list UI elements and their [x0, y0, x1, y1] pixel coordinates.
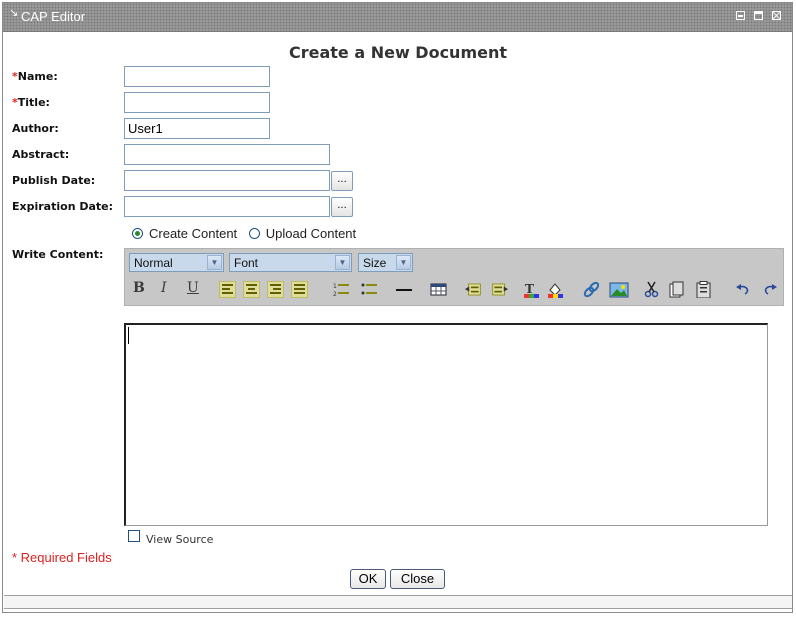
font-select[interactable]: Font ▼	[229, 253, 352, 272]
cut-icon[interactable]	[643, 281, 660, 298]
chevron-down-icon[interactable]: ▼	[396, 255, 411, 270]
indent-icon[interactable]	[491, 281, 508, 298]
status-bar	[4, 595, 792, 609]
close-button[interactable]: Close	[390, 569, 445, 589]
horizontal-rule-icon[interactable]	[395, 281, 412, 298]
view-source-checkbox[interactable]	[128, 530, 140, 542]
size-select[interactable]: Size ▼	[358, 253, 413, 272]
upload-content-radio[interactable]	[248, 228, 260, 239]
close-window-icon[interactable]	[772, 11, 781, 20]
ordered-list-icon[interactable]: 12	[333, 281, 350, 298]
required-fields-note: * Required Fields	[12, 550, 112, 565]
title-label: *Title:	[12, 96, 50, 109]
chevron-down-icon[interactable]: ▼	[335, 255, 350, 270]
publish-date-field[interactable]	[124, 170, 330, 191]
abstract-field[interactable]	[124, 144, 330, 165]
author-label: Author:	[12, 122, 59, 135]
create-content-radio[interactable]	[132, 228, 143, 239]
chevron-down-icon[interactable]: ▼	[207, 255, 222, 270]
text-caret	[128, 327, 129, 344]
copy-icon[interactable]	[668, 281, 685, 298]
italic-icon[interactable]: I	[161, 280, 167, 296]
svg-text:2: 2	[333, 291, 337, 298]
page-title: Create a New Document	[288, 43, 508, 62]
expiration-date-field[interactable]	[124, 196, 330, 217]
create-content-label[interactable]: Create Content	[149, 226, 237, 241]
write-content-label: Write Content:	[12, 248, 104, 261]
format-select[interactable]: Normal ▼	[129, 253, 224, 272]
image-icon[interactable]	[609, 281, 629, 298]
name-label: *Name:	[12, 70, 58, 83]
align-left-icon[interactable]	[219, 281, 236, 298]
background-color-icon[interactable]	[547, 281, 564, 298]
expiration-date-picker-button[interactable]: ...	[331, 197, 353, 217]
text-color-icon[interactable]: T	[523, 281, 540, 298]
bold-icon[interactable]: B	[133, 280, 145, 296]
underline-icon[interactable]: U	[187, 280, 199, 296]
title-field[interactable]	[124, 92, 270, 113]
redo-icon[interactable]	[761, 281, 778, 298]
link-icon[interactable]	[583, 281, 600, 298]
window-title: CAP Editor	[21, 9, 86, 24]
justify-icon[interactable]	[291, 281, 308, 298]
align-right-icon[interactable]	[267, 281, 284, 298]
window-menu-icon[interactable]: ↘	[9, 7, 18, 19]
upload-content-label[interactable]: Upload Content	[266, 226, 356, 241]
content-mode-group: Create Content Upload Content	[132, 226, 364, 241]
expiration-date-label: Expiration Date:	[12, 200, 114, 213]
author-field[interactable]	[124, 118, 270, 139]
svg-text:T: T	[525, 282, 534, 296]
editor-toolbar: Normal ▼ Font ▼ Size ▼ B I U 12 T	[124, 248, 784, 306]
undo-icon[interactable]	[735, 281, 752, 298]
content-editor[interactable]	[124, 323, 768, 526]
minimize-icon[interactable]	[736, 11, 745, 20]
view-source-label[interactable]: View Source	[146, 533, 213, 546]
name-field[interactable]	[124, 66, 270, 87]
publish-date-picker-button[interactable]: ...	[331, 171, 353, 191]
unordered-list-icon[interactable]	[361, 281, 378, 298]
maximize-icon[interactable]	[754, 11, 763, 20]
abstract-label: Abstract:	[12, 148, 70, 161]
title-bar[interactable]: ↘ CAP Editor	[3, 3, 792, 32]
view-source-toggle[interactable]: View Source	[128, 530, 213, 546]
publish-date-label: Publish Date:	[12, 174, 96, 187]
outdent-icon[interactable]	[465, 281, 482, 298]
ok-button[interactable]: OK	[350, 569, 386, 589]
svg-text:1: 1	[333, 283, 337, 290]
paste-icon[interactable]	[695, 281, 712, 298]
align-center-icon[interactable]	[243, 281, 260, 298]
table-icon[interactable]	[430, 281, 447, 298]
